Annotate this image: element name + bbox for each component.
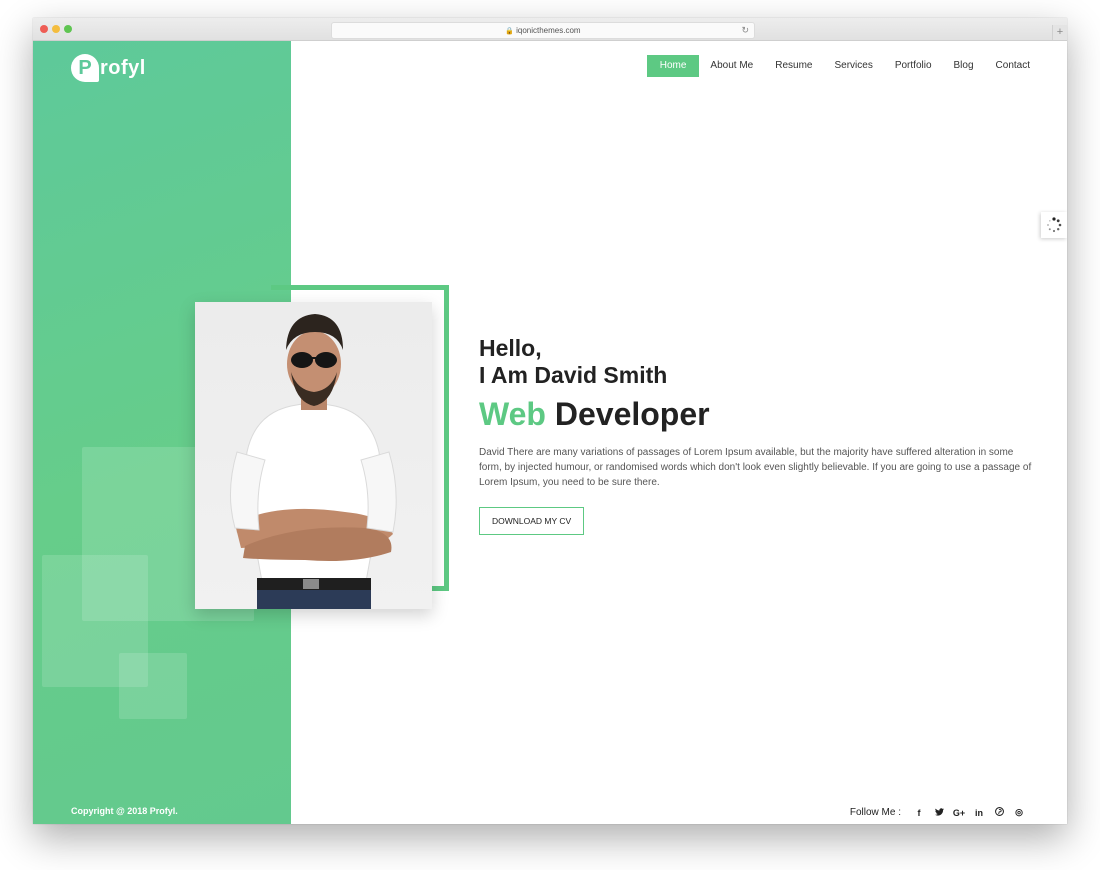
nav-item-blog[interactable]: Blog	[943, 55, 985, 77]
loading-spinner-icon	[1047, 217, 1062, 233]
nav-item-resume[interactable]: Resume	[764, 55, 823, 77]
follow-me-label: Follow Me :	[849, 807, 901, 818]
google-plus-icon[interactable]: G+	[949, 808, 969, 818]
nav-item-portfolio[interactable]: Portfolio	[884, 55, 943, 77]
lock-icon: 🔒	[505, 28, 515, 35]
pinterest-icon[interactable]	[989, 807, 1009, 818]
hero-greeting: Hello,	[479, 335, 542, 361]
main-navigation: Home About Me Resume Services Portfolio …	[646, 55, 1041, 77]
new-tab-button[interactable]: +	[1052, 25, 1067, 40]
nav-item-services[interactable]: Services	[823, 55, 883, 77]
close-window-button[interactable]	[40, 25, 48, 33]
person-portrait-icon	[229, 314, 397, 609]
site-logo[interactable]: P rofyl	[71, 51, 146, 85]
hero-role-accent: Web	[479, 396, 546, 432]
facebook-icon[interactable]: f	[909, 808, 929, 818]
nav-item-about-me[interactable]: About Me	[699, 55, 764, 77]
settings-panel-toggle[interactable]	[1041, 212, 1067, 238]
reload-icon[interactable]: ↻	[741, 23, 749, 38]
follow-me-bar: Follow Me : f G+ in ◎	[850, 807, 1029, 818]
nav-item-home[interactable]: Home	[646, 55, 700, 77]
download-cv-button[interactable]: DOWNLOAD MY CV	[479, 507, 585, 535]
hero-description: David There are many variations of passa…	[479, 447, 1032, 488]
twitter-icon[interactable]	[929, 807, 949, 818]
page-content: P rofyl Copyright @ 2018 Profyl. Home Ab…	[33, 41, 1067, 824]
logo-mark: P	[71, 54, 99, 82]
profile-photo	[195, 302, 432, 609]
linkedin-icon[interactable]: in	[969, 808, 989, 818]
hero-role: Web Developer	[479, 395, 1039, 433]
address-bar-url: iqonicthemes.com	[516, 26, 581, 35]
logo-text: rofyl	[100, 56, 146, 79]
copyright-text: Copyright @ 2018 Profyl.	[71, 806, 178, 816]
hero-role-rest: Developer	[545, 396, 710, 432]
address-bar[interactable]: 🔒 iqonicthemes.com ↻	[331, 22, 755, 39]
hero-name: I Am David Smith	[479, 362, 668, 388]
browser-toolbar: 🔒 iqonicthemes.com ↻ +	[33, 18, 1067, 41]
hero-section: Hello, I Am David Smith Web Developer Da…	[479, 335, 1039, 535]
zoom-window-button[interactable]	[64, 25, 72, 33]
minimize-window-button[interactable]	[52, 25, 60, 33]
decorative-square	[119, 653, 187, 719]
browser-window: 🔒 iqonicthemes.com ↻ + P rofyl Copyright …	[33, 18, 1067, 824]
nav-item-contact[interactable]: Contact	[985, 55, 1041, 77]
dribbble-icon[interactable]: ◎	[1009, 807, 1029, 818]
